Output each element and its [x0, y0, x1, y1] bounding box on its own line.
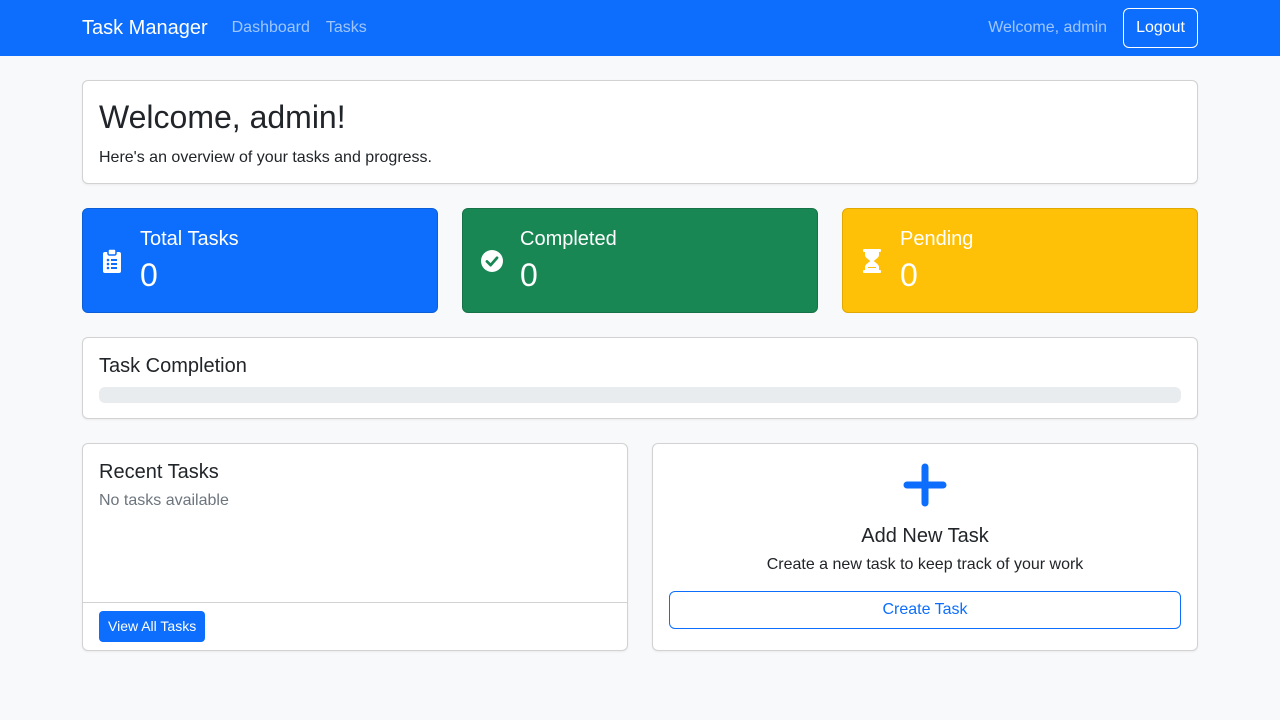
logout-button[interactable]: Logout [1123, 8, 1198, 48]
recent-tasks-card: Recent Tasks No tasks available View All… [82, 443, 628, 651]
nav-link-dashboard[interactable]: Dashboard [232, 19, 310, 37]
recent-tasks-body: Recent Tasks No tasks available [83, 444, 627, 603]
task-completion-card: Task Completion [82, 337, 1198, 419]
add-task-card: Add New Task Create a new task to keep t… [652, 443, 1198, 651]
stat-value-pending: 0 [900, 256, 918, 293]
top-navbar: Task Manager Dashboard Tasks Welcome, ad… [0, 0, 1280, 56]
welcome-subtitle: Here's an overview of your tasks and pro… [99, 149, 432, 166]
create-task-button[interactable]: Create Task [669, 591, 1181, 629]
stat-card-completed: Completed 0 [462, 208, 818, 313]
plus-icon [903, 463, 947, 507]
completion-progress [99, 387, 1181, 403]
stat-card-total: Total Tasks 0 [82, 208, 438, 313]
brand-link[interactable]: Task Manager [82, 17, 208, 40]
nav-link-tasks[interactable]: Tasks [326, 19, 367, 37]
welcome-card: Welcome, admin! Here's an overview of yo… [82, 80, 1198, 184]
check-circle-icon [481, 248, 503, 274]
welcome-heading: Welcome, admin! [99, 99, 346, 135]
view-all-tasks-button[interactable]: View All Tasks [99, 611, 206, 642]
stat-card-pending: Pending 0 [842, 208, 1198, 313]
clipboard-list-icon [101, 248, 123, 274]
add-task-description: Create a new task to keep track of your … [766, 556, 1084, 573]
stat-content-total: Total Tasks 0 [140, 227, 239, 295]
stat-value-completed: 0 [520, 256, 538, 293]
stat-value-total: 0 [140, 256, 158, 293]
hourglass-icon [861, 248, 883, 274]
user-welcome-text: Welcome, admin [988, 19, 1108, 36]
recent-tasks-footer: View All Tasks [83, 603, 627, 650]
task-completion-title: Task Completion [99, 355, 247, 377]
nav-right: Welcome, admin Logout [988, 8, 1198, 48]
stat-title-pending: Pending [900, 227, 974, 250]
stat-content-completed: Completed 0 [520, 227, 617, 295]
no-tasks-message: No tasks available [99, 492, 229, 509]
nav-left: Task Manager Dashboard Tasks [82, 17, 383, 40]
recent-tasks-title: Recent Tasks [99, 461, 219, 483]
stat-title-completed: Completed [520, 227, 617, 250]
stat-title-total: Total Tasks [140, 227, 239, 250]
add-task-title: Add New Task [861, 525, 989, 547]
stat-content-pending: Pending 0 [900, 227, 973, 295]
